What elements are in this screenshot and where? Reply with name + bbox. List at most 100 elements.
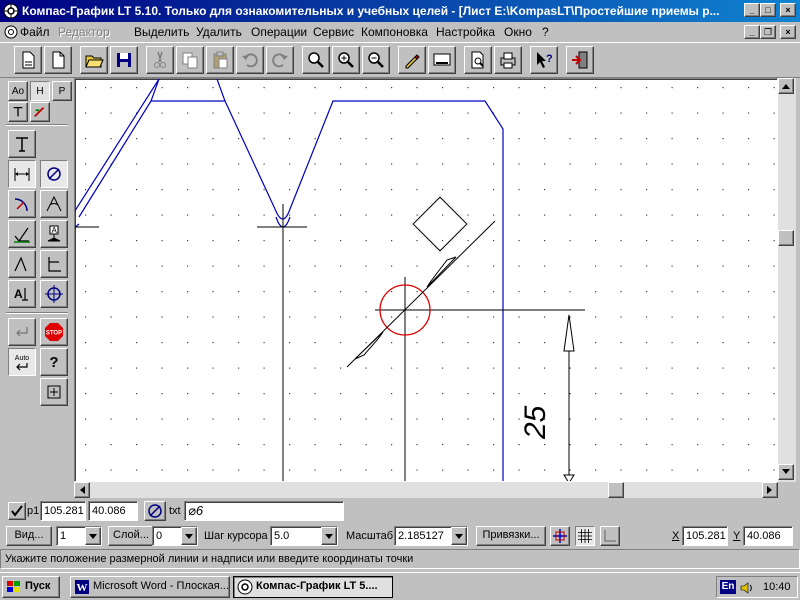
cursor-step-dropdown-arrow[interactable] [321, 527, 337, 545]
dimension-value-25[interactable]: 25 [519, 405, 552, 440]
clock[interactable]: 10:40 [763, 581, 791, 593]
enter-object-button[interactable] [8, 318, 36, 346]
tab-dimensions[interactable]: Н [30, 81, 50, 101]
save-button[interactable] [110, 46, 138, 74]
point-fix-button[interactable] [8, 502, 26, 520]
menu-editor[interactable]: Редактор [58, 25, 110, 39]
maximize-button[interactable]: □ [760, 3, 776, 17]
dropdown-arrow-icon [89, 533, 97, 539]
menu-file[interactable]: Файл [20, 25, 50, 39]
view-button[interactable]: Вид... [6, 526, 52, 546]
mdi-restore-button[interactable]: ❐ [760, 25, 776, 39]
task-kompas[interactable]: Компас-График LT 5.... [233, 576, 393, 598]
redraw-button[interactable] [398, 46, 426, 74]
y-coord-field[interactable]: 40.086 [743, 526, 793, 546]
cut-button[interactable] [146, 46, 174, 74]
tab-geometry[interactable] [8, 102, 28, 122]
scroll-right-button[interactable] [762, 482, 778, 498]
center-mark-button[interactable] [40, 280, 68, 308]
radius-dimension-button[interactable] [8, 190, 36, 218]
snap-dialog-button[interactable] [40, 378, 68, 406]
layer-select[interactable]: 0 [152, 526, 198, 546]
redo-button[interactable] [266, 46, 294, 74]
vertical-scrollbar[interactable] [778, 78, 796, 482]
open-button[interactable] [80, 46, 108, 74]
command-help-button[interactable]: ? [40, 348, 68, 376]
menu-select[interactable]: Выделить [134, 25, 189, 39]
start-button[interactable]: Пуск [2, 576, 60, 598]
snaps-button[interactable]: Привязки... [476, 526, 546, 546]
angular-dimension-button[interactable] [40, 190, 68, 218]
tab-edit[interactable]: P [52, 81, 72, 101]
display-button[interactable] [428, 46, 456, 74]
tolerance-button[interactable]: A [8, 280, 36, 308]
leader-line-button[interactable] [8, 250, 36, 278]
new-sheet-button[interactable] [14, 46, 42, 74]
scroll-left-button[interactable] [74, 482, 90, 498]
base-designation-button[interactable]: A [40, 220, 68, 248]
new-fragment-button[interactable] [44, 46, 72, 74]
zoom-in-button[interactable] [332, 46, 360, 74]
cursor-step-select[interactable]: 5.0 [270, 526, 338, 546]
scroll-down-button[interactable] [778, 464, 794, 480]
drawing-canvas[interactable]: 25 [74, 78, 778, 482]
paste-button[interactable] [206, 46, 234, 74]
p1-y-field[interactable]: 40.086 [88, 501, 138, 521]
zoom-window-button[interactable] [302, 46, 330, 74]
geometry-tab-icon [13, 106, 23, 117]
linear-dimension-button[interactable] [8, 160, 36, 188]
speaker-icon[interactable] [739, 580, 755, 596]
current-snap-button[interactable] [550, 526, 570, 546]
scale-select[interactable]: 2.185127 [394, 526, 468, 546]
close-button[interactable]: × [780, 3, 796, 17]
roughness-button[interactable] [8, 220, 36, 248]
menu-settings[interactable]: Настройка [436, 25, 495, 39]
menu-help[interactable]: ? [542, 25, 549, 39]
scroll-up-button[interactable] [778, 78, 794, 94]
local-cs-button[interactable] [600, 526, 620, 546]
diameter-mode-button[interactable] [144, 501, 166, 521]
task-word[interactable]: W Microsoft Word - Плоская... [70, 576, 230, 598]
zoom-out-button[interactable] [362, 46, 390, 74]
tab-designations[interactable]: Ao [8, 81, 28, 101]
auto-create-button[interactable]: Auto [8, 348, 36, 376]
base-designation-icon: A [47, 225, 61, 242]
horizontal-scrollbar[interactable] [74, 482, 778, 498]
language-indicator[interactable]: En [720, 580, 736, 594]
view-dropdown-arrow[interactable] [85, 527, 101, 545]
scale-dropdown-arrow[interactable] [451, 527, 467, 545]
menu-operations[interactable]: Операции [251, 25, 307, 39]
print-button[interactable] [494, 46, 522, 74]
tab-measure[interactable] [30, 102, 50, 122]
dimension-text-field[interactable]: ⌀6 [184, 501, 344, 521]
position-leader-button[interactable] [40, 250, 68, 278]
grid-toggle-button[interactable] [575, 526, 595, 546]
kompas-app-icon[interactable] [3, 3, 19, 19]
menu-delete[interactable]: Удалить [196, 25, 242, 39]
exit-button[interactable] [566, 46, 594, 74]
menu-window[interactable]: Окно [504, 25, 532, 39]
document-menu-icon[interactable] [4, 25, 18, 39]
menu-layout[interactable]: Компоновка [361, 25, 428, 39]
vertical-scroll-thumb[interactable] [778, 230, 794, 246]
drawing-svg[interactable]: 25 [75, 79, 778, 482]
context-help-button[interactable]: ? [530, 46, 558, 74]
view-select[interactable]: 1 [56, 526, 102, 546]
text-tool-button[interactable] [8, 130, 36, 158]
horizontal-scroll-thumb[interactable] [608, 482, 624, 498]
stop-button[interactable]: STOP [40, 318, 68, 346]
undo-button[interactable] [236, 46, 264, 74]
arrow-left-icon [80, 486, 85, 494]
copy-button[interactable] [176, 46, 204, 74]
mdi-close-button[interactable]: × [780, 25, 796, 39]
x-coord-field[interactable]: 105.281 [682, 526, 728, 546]
diameter-dimension-icon [47, 167, 61, 181]
minimize-button[interactable]: _ [744, 3, 760, 17]
layer-dropdown-arrow[interactable] [181, 527, 197, 545]
menu-service[interactable]: Сервис [313, 25, 354, 39]
layer-button[interactable]: Слой... [108, 526, 154, 546]
diameter-dimension-button[interactable] [40, 160, 68, 188]
p1-x-field[interactable]: 105.281 [40, 501, 86, 521]
print-preview-button[interactable] [464, 46, 492, 74]
mdi-minimize-button[interactable]: _ [744, 25, 760, 39]
